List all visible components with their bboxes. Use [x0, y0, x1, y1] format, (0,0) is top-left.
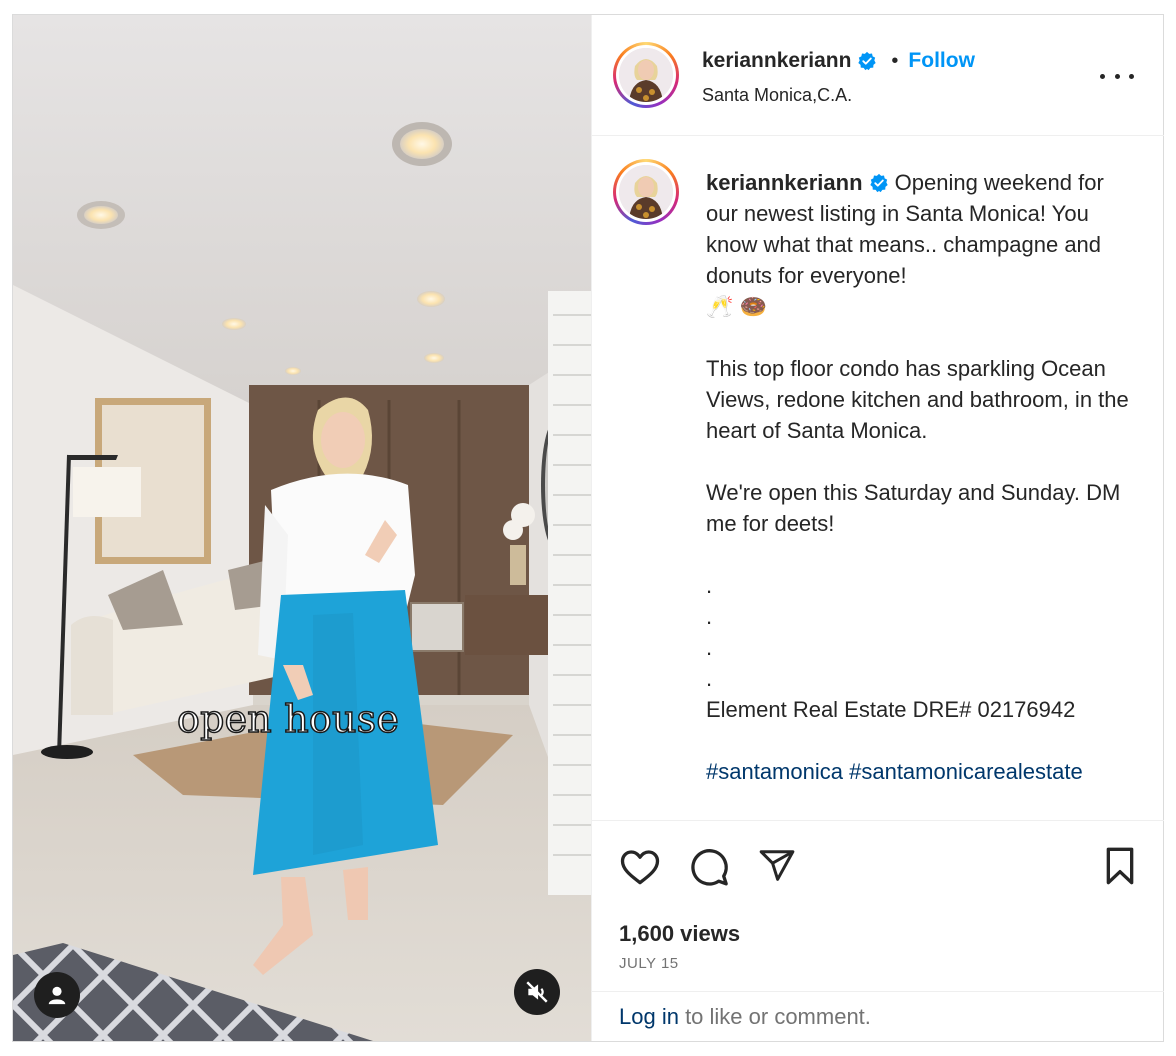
user-icon [48, 986, 66, 1005]
post-actions: 1,600 views JULY 15 [592, 820, 1164, 991]
paper-plane-icon [759, 850, 795, 881]
instagram-post: open house keriannkeriann • Follow Santa… [12, 14, 1164, 1042]
caption-username[interactable]: keriannkeriann [706, 170, 863, 195]
caption-section: keriannkeriann Opening weekend for our n… [592, 137, 1164, 819]
login-suffix: to like or comment. [678, 1004, 871, 1029]
caption-intro: keriannkeriann Opening weekend for our n… [706, 167, 1136, 291]
volume-muted-icon [526, 981, 548, 1003]
comment-icon [691, 849, 728, 886]
more-options-icon[interactable] [1100, 67, 1134, 85]
save-button[interactable] [1102, 846, 1138, 891]
header-username[interactable]: keriannkeriann [702, 49, 851, 73]
login-prompt: Log in to like or comment. [592, 991, 1164, 1041]
tagged-users-button[interactable] [34, 972, 80, 1018]
post-details-panel: keriannkeriann • Follow Santa Monica,C.A… [591, 15, 1164, 1041]
caption-dots: . . . . [706, 573, 713, 691]
like-button[interactable] [619, 846, 661, 891]
location-link[interactable]: Santa Monica,C.A. [702, 85, 852, 106]
caption-spacer [706, 539, 1136, 570]
verified-badge-icon [858, 51, 877, 71]
post-caption: keriannkeriann Opening weekend for our n… [706, 167, 1136, 787]
caption-hashtags: #santamonica #santamonicarealestate [706, 756, 1136, 787]
profile-photo [619, 165, 673, 219]
post-header: keriannkeriann • Follow Santa Monica,C.A… [592, 15, 1164, 136]
post-date[interactable]: JULY 15 [619, 955, 679, 972]
heart-icon [620, 850, 660, 885]
caption-emoji: 🥂 🍩 [706, 294, 767, 319]
video-overlay-caption: open house [176, 696, 400, 742]
hashtag-link[interactable]: #santamonica [706, 759, 843, 784]
header-user-row: keriannkeriann • Follow [702, 49, 975, 73]
comment-button[interactable] [688, 846, 730, 893]
post-video[interactable]: open house [13, 15, 591, 1041]
share-button[interactable] [757, 847, 797, 890]
caption-spacer [706, 322, 1136, 353]
follow-button[interactable]: Follow [908, 49, 975, 73]
profile-photo [619, 48, 673, 102]
verified-badge-icon [869, 173, 888, 193]
view-count[interactable]: 1,600 views [619, 921, 740, 947]
caption-paragraph-2: This top floor condo has sparkling Ocean… [706, 356, 1135, 443]
caption-license: Element Real Estate DRE# 02176942 [706, 697, 1076, 722]
caption-paragraph-3: We're open this Saturday and Sunday. DM … [706, 480, 1127, 536]
hashtag-link[interactable]: #santamonicarealestate [849, 759, 1083, 784]
caption-spacer [706, 446, 1136, 477]
bookmark-icon [1106, 847, 1134, 885]
caption-avatar[interactable] [613, 159, 679, 225]
header-separator: • [891, 49, 899, 72]
video-frame [13, 15, 591, 1041]
avatar[interactable] [613, 42, 679, 108]
audio-toggle-button[interactable] [514, 969, 560, 1015]
login-link[interactable]: Log in [619, 1004, 679, 1029]
login-row: Log in to like or comment. [619, 1004, 871, 1030]
caption-spacer [706, 725, 1136, 756]
